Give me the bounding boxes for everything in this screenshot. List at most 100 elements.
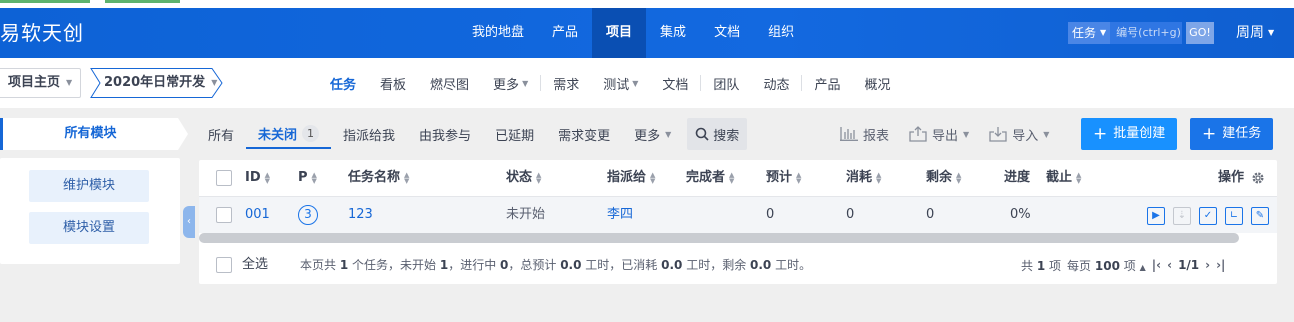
finish-task-button[interactable]: ✓ bbox=[1199, 207, 1217, 225]
sort-icon: ▲ ▼ bbox=[729, 171, 735, 185]
tab-more[interactable]: 更多 ▼ bbox=[481, 74, 540, 93]
module-settings-button[interactable]: 模块设置 bbox=[29, 212, 149, 244]
toolbar-actions: 报表 导出 ▼ 导入 ▼ bbox=[830, 118, 1059, 150]
report-button[interactable]: 报表 bbox=[830, 125, 899, 144]
filter-all[interactable]: 所有 bbox=[196, 118, 246, 150]
tab-dynamic[interactable]: 动态 bbox=[751, 74, 801, 93]
summary-segment: 本页共 bbox=[300, 258, 340, 272]
per-page-select[interactable]: 每页 100 项 ▲ bbox=[1067, 257, 1146, 274]
column-header-label: 任务名称 bbox=[348, 170, 401, 185]
column-header-label: 截止 bbox=[1046, 170, 1073, 185]
sort-icon: ▲ ▼ bbox=[796, 171, 802, 185]
user-menu[interactable]: 周周 ▼ bbox=[1236, 8, 1274, 58]
next-page-icon[interactable]: › bbox=[1205, 258, 1210, 272]
batch-create-label: 批量创建 bbox=[1113, 126, 1166, 141]
filter-story-changed[interactable]: 需求变更 bbox=[546, 118, 622, 150]
column-header-deadline[interactable]: 截止 ▲ ▼ bbox=[1046, 160, 1081, 196]
decorative-strip bbox=[0, 0, 300, 3]
column-header-label: 消耗 bbox=[846, 170, 873, 185]
tab-burndown[interactable]: 燃尽图 bbox=[418, 74, 481, 93]
search-icon bbox=[695, 127, 709, 141]
first-page-icon[interactable]: |‹ bbox=[1152, 258, 1161, 272]
column-header-status[interactable]: 状态 ▲ ▼ bbox=[506, 160, 541, 196]
task-name-link[interactable]: 123 bbox=[348, 197, 373, 233]
create-task-button[interactable]: + 建任务 bbox=[1190, 118, 1274, 150]
checkbox bbox=[216, 257, 232, 273]
edit-task-button[interactable]: ✎ bbox=[1251, 207, 1269, 225]
export-button[interactable]: 导出 ▼ bbox=[899, 125, 979, 144]
close-box-icon: ∟ bbox=[1229, 210, 1239, 221]
main-nav-item-integration[interactable]: 集成 bbox=[646, 8, 700, 58]
task-left: 0 bbox=[926, 207, 935, 222]
summary-segment: 工时，剩余 bbox=[682, 258, 751, 272]
breadcrumb-project-home[interactable]: 项目主页 ▼ bbox=[0, 68, 82, 98]
tab-product[interactable]: 产品 bbox=[802, 74, 852, 93]
column-header-label: 进度 bbox=[1004, 170, 1031, 185]
breadcrumb-home-label: 项目主页 bbox=[8, 75, 61, 90]
filter-more[interactable]: 更多 ▼ bbox=[622, 118, 683, 150]
search-input[interactable] bbox=[1110, 22, 1183, 44]
column-header-name[interactable]: 任务名称 ▲ ▼ bbox=[348, 160, 409, 196]
tab-kanban[interactable]: 看板 bbox=[368, 74, 418, 93]
task-consumed: 0 bbox=[846, 207, 855, 222]
search-button-label: 搜索 bbox=[713, 128, 740, 144]
column-header-estimate[interactable]: 预计 ▲ ▼ bbox=[766, 160, 801, 196]
filter-involved[interactable]: 由我参与 bbox=[407, 118, 483, 150]
column-header-finished-by[interactable]: 完成者 ▲ ▼ bbox=[686, 160, 734, 196]
batch-create-button[interactable]: + 批量创建 bbox=[1081, 118, 1178, 150]
close-task-button[interactable]: ∟ bbox=[1225, 207, 1243, 225]
import-button[interactable]: 导入 ▼ bbox=[979, 125, 1059, 144]
tab-overview[interactable]: 概况 bbox=[852, 74, 902, 93]
page-indicator: 1/1 bbox=[1178, 258, 1200, 272]
breadcrumb-project[interactable]: 2020年日常开发 ▼ bbox=[90, 68, 235, 98]
horizontal-scrollbar[interactable] bbox=[199, 233, 1239, 243]
main-nav-item-product[interactable]: 产品 bbox=[538, 8, 592, 58]
sidebar-collapse-toggle[interactable]: ‹ bbox=[183, 206, 195, 238]
main-nav-item-doc[interactable]: 文档 bbox=[700, 8, 754, 58]
maintain-module-button[interactable]: 维护模块 bbox=[29, 170, 149, 202]
column-header-left[interactable]: 剩余 ▲ ▼ bbox=[926, 160, 961, 196]
app-title[interactable]: 易软天创 bbox=[0, 8, 84, 58]
column-header-pri[interactable]: P ▲ ▼ bbox=[298, 160, 317, 196]
select-all-header-checkbox[interactable] bbox=[216, 160, 232, 196]
chevron-down-icon: ▼ bbox=[963, 129, 970, 139]
column-header-assigned-to[interactable]: 指派给 ▲ ▼ bbox=[607, 160, 655, 196]
plus-icon: + bbox=[1202, 124, 1217, 144]
export-icon bbox=[909, 126, 927, 142]
user-name: 周周 bbox=[1236, 25, 1264, 41]
search-type-select[interactable]: 任务 ▼ bbox=[1068, 22, 1111, 44]
go-button[interactable]: GO! bbox=[1186, 22, 1214, 44]
tab-test[interactable]: 测试 ▼ bbox=[591, 74, 650, 93]
main-nav-item-project[interactable]: 项目 bbox=[592, 8, 647, 58]
chevron-down-icon: ▼ bbox=[665, 129, 672, 139]
sidebar-all-modules[interactable]: 所有模块 bbox=[0, 118, 188, 150]
task-id[interactable]: 001 bbox=[245, 197, 270, 233]
sort-icon: ▲ ▼ bbox=[1076, 171, 1082, 185]
gear-icon bbox=[1252, 172, 1264, 184]
search-button[interactable]: 搜索 bbox=[687, 118, 748, 150]
tab-team[interactable]: 团队 bbox=[701, 74, 751, 93]
column-settings-gear-icon[interactable] bbox=[1251, 160, 1265, 196]
tab-story[interactable]: 需求 bbox=[541, 74, 591, 93]
summary-value: 0.0 bbox=[661, 258, 683, 272]
tab-doc[interactable]: 文档 bbox=[650, 74, 700, 93]
filter-delayed[interactable]: 已延期 bbox=[483, 118, 546, 150]
filter-assigned-to-me[interactable]: 指派给我 bbox=[331, 118, 407, 150]
select-all-checkbox[interactable]: 全选 bbox=[216, 246, 268, 284]
column-header-id[interactable]: ID ▲ ▼ bbox=[245, 160, 270, 196]
tab-task[interactable]: 任务 bbox=[318, 74, 368, 93]
column-header-consumed[interactable]: 消耗 ▲ ▼ bbox=[846, 160, 881, 196]
table-row[interactable]: 001 3 123 未开始 李四 0 0 0 0% ▶ ⇣ ✓ ∟ ✎ bbox=[199, 197, 1277, 233]
main-nav-item-my[interactable]: 我的地盘 bbox=[458, 8, 538, 58]
start-task-button[interactable]: ▶ bbox=[1147, 207, 1165, 225]
main-nav: 我的地盘 产品 项目 集成 文档 组织 bbox=[458, 8, 808, 58]
sort-icon: ▲ ▼ bbox=[264, 171, 271, 185]
last-page-icon[interactable]: ›| bbox=[1216, 258, 1225, 272]
prev-page-icon[interactable]: ‹ bbox=[1167, 258, 1172, 272]
tab-product-label: 产品 bbox=[814, 77, 841, 93]
effort-icon: ⇣ bbox=[1177, 210, 1187, 221]
row-checkbox[interactable] bbox=[216, 197, 232, 233]
filter-unclosed[interactable]: 未关闭 1 bbox=[246, 119, 332, 149]
main-nav-item-org[interactable]: 组织 bbox=[754, 8, 808, 58]
task-assigned-to[interactable]: 李四 bbox=[607, 197, 633, 233]
